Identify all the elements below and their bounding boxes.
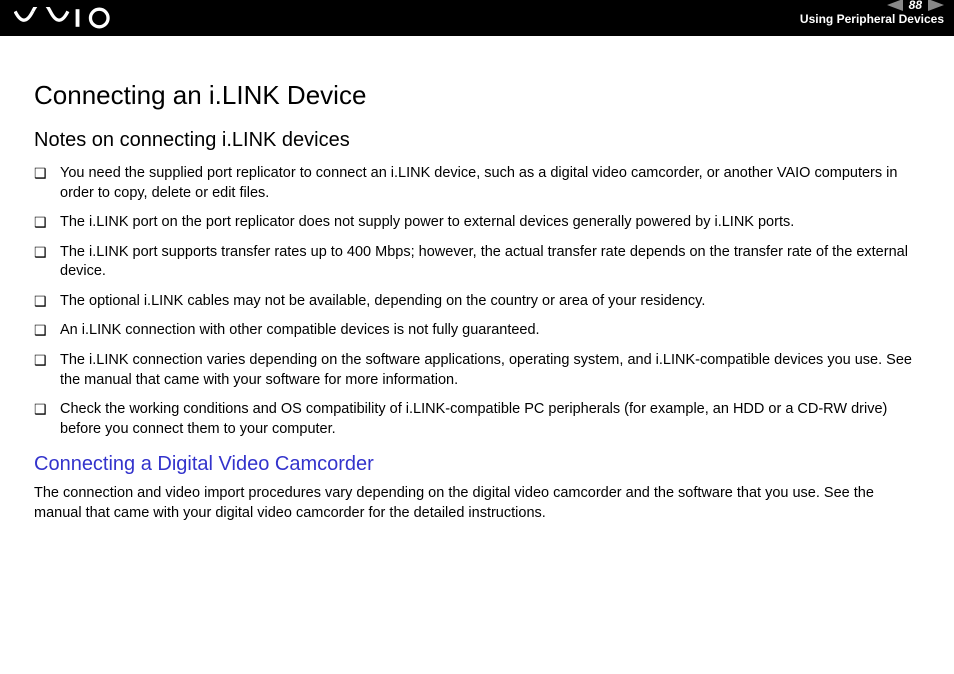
nav-container: 88 [887, 0, 944, 14]
list-item: You need the supplied port replicator to… [34, 164, 920, 203]
page-number: 88 [909, 0, 922, 12]
list-item: The i.LINK port on the port replicator d… [34, 213, 920, 233]
vaio-logo-icon [14, 7, 124, 29]
camcorder-subtitle: Connecting a Digital Video Camcorder [34, 453, 920, 476]
next-arrow-icon[interactable] [928, 0, 944, 11]
content-area: Connecting an i.LINK Device Notes on con… [0, 36, 954, 523]
prev-arrow-icon[interactable] [887, 0, 903, 11]
list-item: The i.LINK connection varies depending o… [34, 351, 920, 390]
list-item: The optional i.LINK cables may not be av… [34, 292, 920, 312]
list-item: Check the working conditions and OS comp… [34, 400, 920, 439]
page-title: Connecting an i.LINK Device [34, 80, 920, 111]
list-item: The i.LINK port supports transfer rates … [34, 243, 920, 282]
page: 88 Using Peripheral Devices Connecting a… [0, 0, 954, 674]
camcorder-body: The connection and video import procedur… [34, 484, 920, 523]
notes-list: You need the supplied port replicator to… [34, 164, 920, 439]
list-item: An i.LINK connection with other compatib… [34, 321, 920, 341]
header-band: Using Peripheral Devices [0, 0, 954, 36]
notes-subtitle: Notes on connecting i.LINK devices [34, 129, 920, 152]
page-nav: 88 [887, 0, 944, 12]
section-label: Using Peripheral Devices [800, 12, 944, 26]
